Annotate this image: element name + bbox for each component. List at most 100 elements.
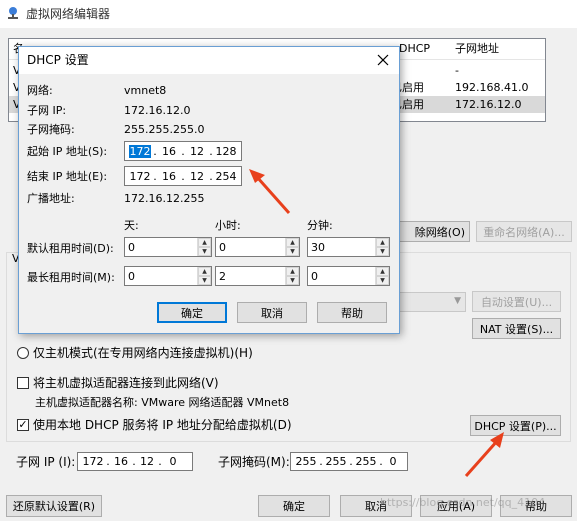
ip-octet: 12 [190,169,204,183]
table-header-dhcp[interactable]: DHCP [399,42,430,56]
hours-label: 小时: [215,219,241,232]
dialog-subnet-mask-label: 子网掩码: [27,123,75,136]
ip-octet: 172 [82,455,104,468]
ip-octet: 128 [215,144,237,158]
stepper-arrows[interactable]: ▲ ▼ [375,238,389,256]
dialog-title-bar[interactable]: DHCP 设置 [19,47,399,74]
network-label: 网络: [27,84,53,97]
stepper-value: 0 [219,240,226,254]
ip-separator: . [181,144,185,158]
chevron-down-icon[interactable]: ▼ [198,247,211,256]
chevron-up-icon[interactable]: ▲ [286,238,299,247]
table-cell-subnet: - [455,64,459,77]
max-lease-minutes-stepper[interactable]: 0 ▲ ▼ [307,266,390,286]
host-adapter-name: 主机虚拟适配器名称: VMware 网络适配器 VMnet8 [35,396,290,409]
ip-octet: 16 [162,144,176,158]
stepper-value: 0 [311,269,318,283]
stepper-arrows[interactable]: ▲ ▼ [197,267,211,285]
close-icon[interactable] [373,50,393,70]
stepper-value: 2 [219,269,226,283]
bridge-adapter-select[interactable]: ▼ [398,292,466,312]
chevron-up-icon[interactable]: ▲ [198,238,211,247]
dialog-cancel-button[interactable]: 取消 [237,302,307,323]
auto-settings-button[interactable]: 自动设置(U)... [472,291,561,312]
dialog-subnet-ip-value: 172.16.12.0 [124,104,191,117]
max-lease-days-stepper[interactable]: 0 ▲ ▼ [124,266,212,286]
ip-octet: 254 [215,169,237,183]
connect-host-adapter-label[interactable]: 将主机虚拟适配器连接到此网络(V) [33,376,219,390]
table-cell-subnet: 192.168.41.0 [455,81,529,94]
ip-octet: 16 [114,455,128,468]
dialog-title: DHCP 设置 [27,53,89,67]
nat-settings-button[interactable]: NAT 设置(S)... [472,318,561,339]
chevron-up-icon[interactable]: ▲ [198,267,211,276]
ip-separator: . [209,144,213,158]
ip-octet: 172 [129,169,151,183]
ip-separator: . [349,455,353,468]
ip-separator: . [153,144,157,158]
start-ip-field[interactable]: 172. 16. 12. 128 [124,141,242,161]
host-only-radio[interactable] [17,347,29,359]
host-only-label[interactable]: 仅主机模式(在专用网络内连接虚拟机)(H) [33,346,253,360]
chevron-down-icon: ▼ [454,296,461,306]
table-cell-subnet: 172.16.12.0 [455,98,522,111]
stepper-value: 0 [128,269,135,283]
ip-octet: 255 [325,455,347,468]
subnet-mask-label: 子网掩码(M): [218,455,290,469]
table-header-subnet[interactable]: 子网地址 [455,42,499,56]
ip-octet: 0 [389,455,397,468]
remove-network-button[interactable]: 除网络(O) [398,221,470,242]
ip-separator: . [158,455,162,468]
broadcast-label: 广播地址: [27,192,75,205]
stepper-arrows[interactable]: ▲ ▼ [285,267,299,285]
chevron-up-icon[interactable]: ▲ [376,267,389,276]
annotation-arrow-end-ip [249,169,291,214]
restore-defaults-button[interactable]: 还原默认设置(R) [6,495,102,517]
ip-separator: . [319,455,323,468]
start-ip-label: 起始 IP 地址(S): [27,145,108,158]
end-ip-field[interactable]: 172. 16. 12. 254 [124,166,242,186]
chevron-down-icon[interactable]: ▼ [286,276,299,285]
default-lease-hours-stepper[interactable]: 0 ▲ ▼ [215,237,300,257]
subnet-ip-field[interactable]: 172. 16. 12. 0 [77,452,193,471]
dialog-help-button[interactable]: 帮助 [317,302,387,323]
max-lease-label: 最长租用时间(M): [27,271,115,284]
chevron-down-icon[interactable]: ▼ [376,276,389,285]
chevron-down-icon[interactable]: ▼ [286,247,299,256]
stepper-arrows[interactable]: ▲ ▼ [375,267,389,285]
rename-network-button[interactable]: 重命名网络(A)... [476,221,572,242]
default-lease-days-stepper[interactable]: 0 ▲ ▼ [124,237,212,257]
dialog-ok-button[interactable]: 确定 [157,302,227,323]
ip-octet: 255 [355,455,377,468]
broadcast-value: 172.16.12.255 [124,192,205,205]
stepper-arrows[interactable]: ▲ ▼ [197,238,211,256]
chevron-up-icon[interactable]: ▲ [286,267,299,276]
default-lease-label: 默认租用时间(D): [27,242,114,255]
max-lease-hours-stepper[interactable]: 2 ▲ ▼ [215,266,300,286]
subnet-ip-label: 子网 IP (I): [16,455,76,469]
main-title-bar[interactable]: 虚拟网络编辑器 [0,0,577,28]
watermark: https://blog.csdn.net/qq_4104 [380,496,546,509]
subnet-mask-field[interactable]: 255. 255. 255. 0 [290,452,408,471]
chevron-down-icon[interactable]: ▼ [376,247,389,256]
ip-octet-selected: 172 [129,144,151,158]
stepper-value: 30 [311,240,325,254]
ip-separator: . [181,169,185,183]
days-label: 天: [124,219,139,232]
chevron-down-icon[interactable]: ▼ [198,276,211,285]
dialog-subnet-mask-value: 255.255.255.0 [124,123,205,136]
dialog-subnet-ip-label: 子网 IP: [27,104,67,117]
ip-octet: 0 [169,455,177,468]
stepper-value: 0 [128,240,135,254]
stepper-arrows[interactable]: ▲ ▼ [285,238,299,256]
ip-separator: . [209,169,213,183]
default-lease-minutes-stepper[interactable]: 30 ▲ ▼ [307,237,390,257]
connect-host-adapter-checkbox[interactable] [17,377,29,389]
ip-octet: 255 [295,455,317,468]
ok-button[interactable]: 确定 [258,495,330,517]
use-dhcp-label[interactable]: 使用本地 DHCP 服务将 IP 地址分配给虚拟机(D) [33,418,292,432]
use-dhcp-checkbox[interactable]: ✓ [17,419,29,431]
ip-octet: 12 [190,144,204,158]
chevron-up-icon[interactable]: ▲ [376,238,389,247]
network-value: vmnet8 [124,84,167,97]
